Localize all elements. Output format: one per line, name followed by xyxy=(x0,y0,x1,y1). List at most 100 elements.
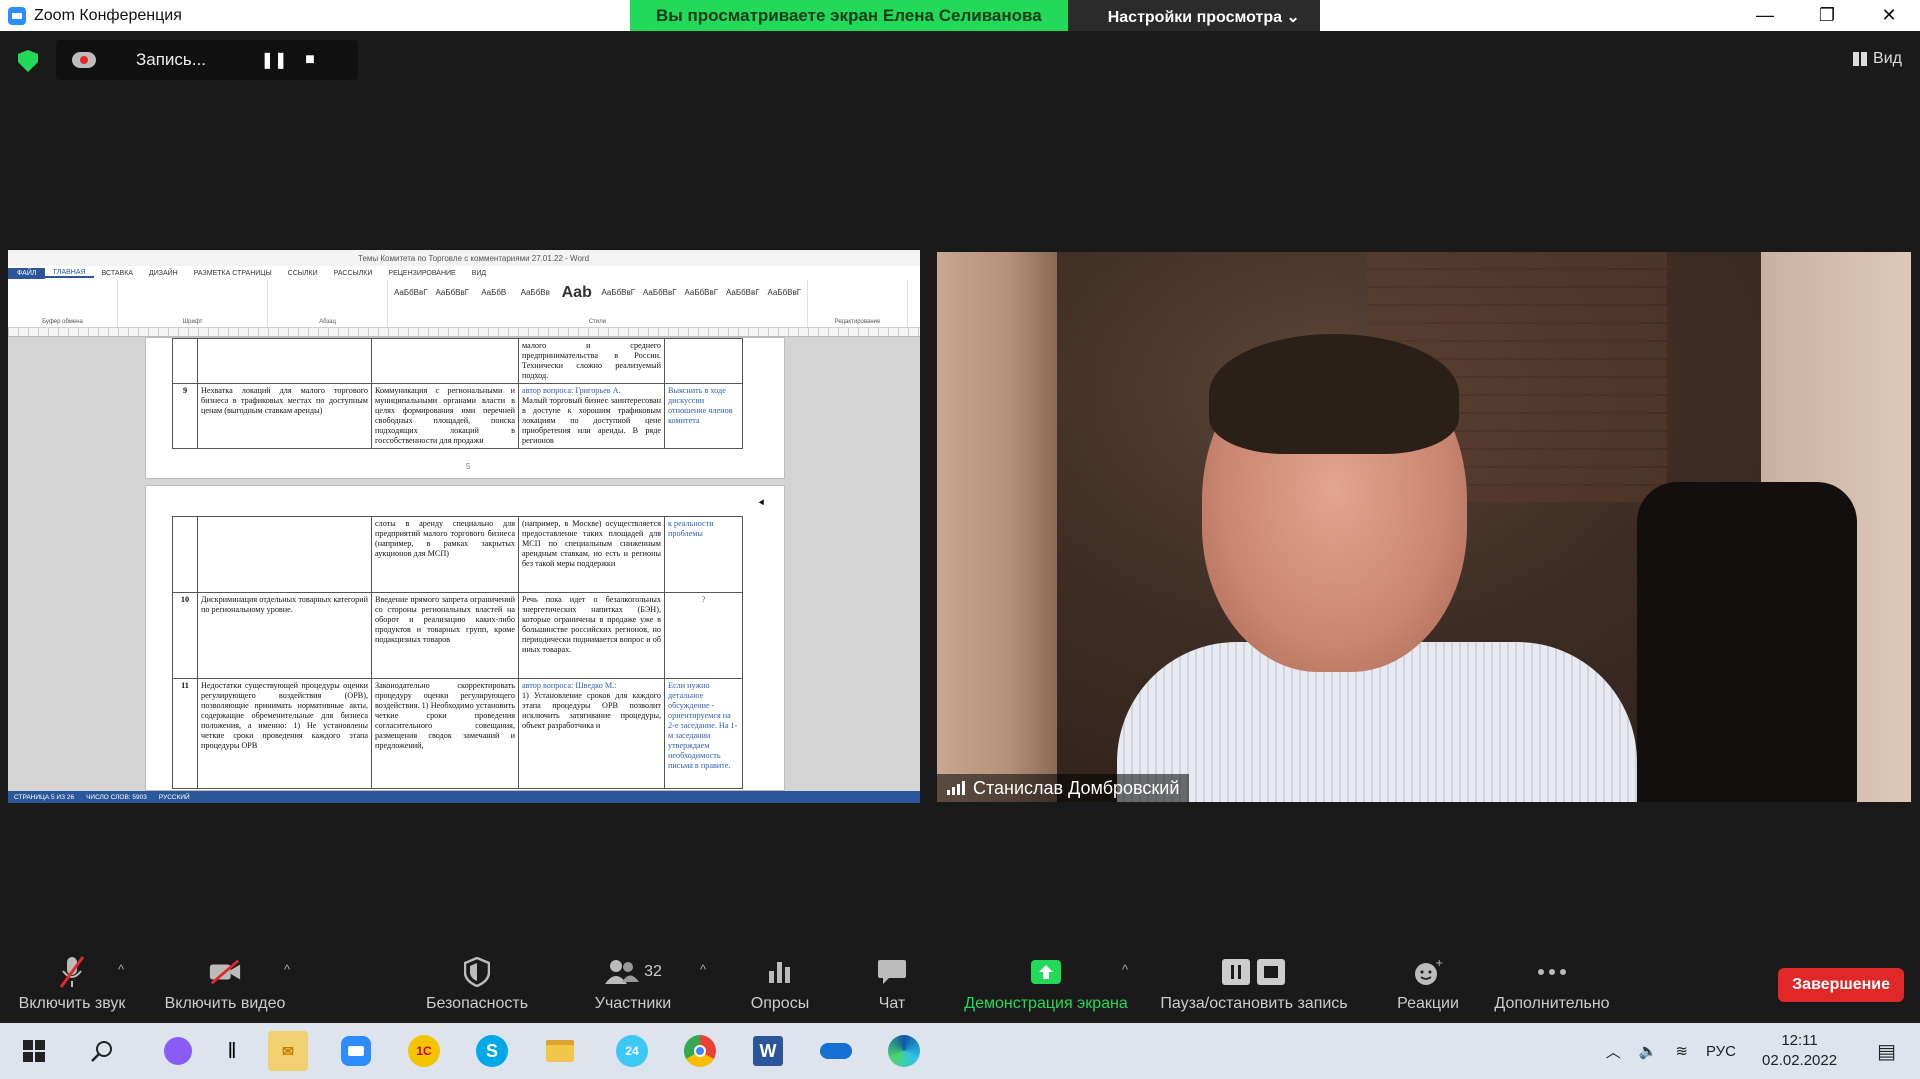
security-shield-icon xyxy=(460,955,494,989)
word-tab-home[interactable]: ГЛАВНАЯ xyxy=(45,269,94,278)
window-controls: — ❐ ✕ xyxy=(1734,0,1920,31)
style-intense[interactable]: АаБбВвГ xyxy=(724,286,762,314)
participants-button[interactable]: 32 Участники xyxy=(588,940,678,1023)
bitrix24-icon[interactable]: 24 xyxy=(612,1031,652,1071)
polls-button[interactable]: Опросы xyxy=(742,940,818,1023)
onedrive-icon[interactable] xyxy=(816,1031,856,1071)
clipboard-group: Буфер обмена xyxy=(8,280,118,327)
windows-taskbar: ‖ ✉ 1С S 24 W ︿ 🔈 ≋ РУС 12:11 02.02.2022… xyxy=(0,1023,1920,1079)
restore-button[interactable]: ❐ xyxy=(1796,0,1858,31)
minimize-button[interactable]: — xyxy=(1734,0,1796,31)
file-explorer-icon[interactable] xyxy=(540,1031,580,1071)
table-row: слоты в аренду специально для предприяти… xyxy=(172,516,743,593)
style-emphasis[interactable]: АаБбВвГ xyxy=(683,286,721,314)
volume-icon[interactable]: 🔈 xyxy=(1639,1042,1658,1060)
share-options-caret-icon[interactable]: ^ xyxy=(1122,962,1128,977)
language-indicator: РУССКИЙ xyxy=(158,793,190,801)
style-heading2[interactable]: АаБбВв xyxy=(517,286,555,314)
style-heading1[interactable]: АаБбВ xyxy=(475,286,513,314)
word-count: ЧИСЛО СЛОВ: 5903 xyxy=(86,793,147,801)
cortana-icon[interactable] xyxy=(158,1031,198,1071)
word-tab-file[interactable]: ФАЙЛ xyxy=(8,267,46,279)
participant-name: Станислав Домбровский xyxy=(973,777,1180,798)
word-tab-view[interactable]: ВИД xyxy=(464,270,494,277)
participant-video[interactable]: Станислав Домбровский xyxy=(937,252,1911,802)
zoom-taskbar-icon[interactable] xyxy=(336,1031,376,1071)
edge-icon[interactable] xyxy=(884,1031,924,1071)
muted-microphone-icon xyxy=(55,955,89,989)
keyboard-language[interactable]: РУС xyxy=(1706,1043,1736,1060)
word-ruler xyxy=(8,328,920,337)
view-settings-dropdown[interactable]: Настройки просмотра ⌄ xyxy=(1067,0,1320,31)
word-tab-insert[interactable]: ВСТАВКА xyxy=(94,270,141,277)
video-off-icon xyxy=(208,955,242,989)
word-ribbon: Буфер обмена Шрифт Абзац АаБбВвГ АаБбВвГ… xyxy=(8,280,920,328)
search-icon[interactable] xyxy=(82,1031,122,1071)
table-row: 9 Нехватка локаций для малого торгового … xyxy=(172,383,743,449)
reactions-button[interactable]: + Реакции xyxy=(1384,940,1472,1023)
pause-stop-recording-button[interactable]: Пауза/остановить запись xyxy=(1154,940,1354,1023)
chrome-icon[interactable] xyxy=(680,1031,720,1071)
security-button[interactable]: Безопасность xyxy=(420,940,534,1023)
clock-time: 12:11 xyxy=(1781,1032,1818,1049)
tray-expand-chevron-icon[interactable]: ︿ xyxy=(1606,1041,1621,1062)
style-strong[interactable]: АаБбВвГ xyxy=(766,286,804,314)
close-button[interactable]: ✕ xyxy=(1858,0,1920,31)
signal-strength-icon xyxy=(947,781,965,795)
more-button[interactable]: Дополнительно xyxy=(1488,940,1616,1023)
style-subtitle[interactable]: АаБбВвГ xyxy=(600,286,638,314)
recording-bar: Запись... ❚❚ ■ xyxy=(56,40,358,80)
encryption-shield-icon[interactable] xyxy=(18,50,38,72)
participants-count: 32 xyxy=(644,963,662,980)
table-row: 11 Недостатки существующей процедуры оце… xyxy=(172,678,743,789)
word-tab-mailings[interactable]: РАССЫЛКИ xyxy=(326,270,381,277)
share-screen-button[interactable]: Демонстрация экрана xyxy=(958,940,1134,1023)
word-ribbon-tabs: ФАЙЛ ГЛАВНАЯ ВСТАВКА ДИЗАЙН РАЗМЕТКА СТР… xyxy=(8,266,920,280)
document-page: малого и среднего предпринимательства в … xyxy=(145,337,785,479)
word-tab-review[interactable]: РЕЦЕНЗИРОВАНИЕ xyxy=(380,270,463,277)
style-no-spacing[interactable]: АаБбВвГ xyxy=(434,286,472,314)
outlook-icon[interactable]: ✉ xyxy=(268,1031,308,1071)
smiley-reaction-icon: + xyxy=(1411,955,1445,989)
wifi-icon[interactable]: ≋ xyxy=(1675,1042,1688,1060)
chat-button[interactable]: Чат xyxy=(862,940,922,1023)
document-area: малого и среднего предпринимательства в … xyxy=(8,337,920,791)
word-tab-layout[interactable]: РАЗМЕТКА СТРАНИЦЫ xyxy=(186,270,280,277)
skype-icon[interactable]: S xyxy=(472,1031,512,1071)
zoom-app-icon xyxy=(8,6,26,25)
video-options-caret-icon[interactable]: ^ xyxy=(284,962,290,977)
window-title: Zoom Конференция xyxy=(34,6,182,24)
1c-icon[interactable]: 1С xyxy=(404,1031,444,1071)
participants-icon: 32 xyxy=(598,955,668,989)
word-titlebar: Темы Комитета по Торговле с комментариям… xyxy=(8,250,920,266)
page-number: 5 xyxy=(466,462,471,471)
windows-start-icon[interactable] xyxy=(14,1031,54,1071)
issues-table: малого и среднего предпринимательства в … xyxy=(172,338,743,449)
end-meeting-button[interactable]: Завершение xyxy=(1778,968,1904,1002)
unmute-button[interactable]: Включить звук xyxy=(14,940,130,1023)
document-page: слоты в аренду специально для предприяти… xyxy=(145,485,785,791)
polls-chart-icon xyxy=(763,955,797,989)
word-document-title: Темы Комитета по Торговле с комментариям… xyxy=(358,253,590,263)
notifications-icon[interactable]: ▤ xyxy=(1877,1039,1896,1064)
word-icon[interactable]: W xyxy=(748,1031,788,1071)
style-normal[interactable]: АаБбВвГ xyxy=(392,286,430,314)
stop-recording-icon[interactable]: ■ xyxy=(292,51,328,69)
chat-bubble-icon xyxy=(875,955,909,989)
word-tab-references[interactable]: ССЫЛКИ xyxy=(280,270,326,277)
participants-options-caret-icon[interactable]: ^ xyxy=(700,962,706,977)
start-video-button[interactable]: Включить видео xyxy=(158,940,292,1023)
word-tab-design[interactable]: ДИЗАЙН xyxy=(141,270,186,277)
word-statusbar: СТРАНИЦА 5 ИЗ 26 ЧИСЛО СЛОВ: 5903 РУССКИ… xyxy=(8,791,920,803)
meeting-toolbar: Включить звук ^ Включить видео ^ Безопас… xyxy=(0,940,1920,1023)
audio-options-caret-icon[interactable]: ^ xyxy=(118,962,124,977)
task-view-icon[interactable]: ‖ xyxy=(212,1031,252,1071)
view-button[interactable]: Вид xyxy=(1853,50,1902,68)
clock[interactable]: 12:11 02.02.2022 xyxy=(1762,1031,1837,1071)
style-subtle[interactable]: АаБбВвГ xyxy=(641,286,679,314)
paragraph-group: Абзац xyxy=(268,280,388,327)
table-row: малого и среднего предпринимательства в … xyxy=(172,338,743,384)
style-title[interactable]: Aab xyxy=(558,285,596,314)
shared-screen[interactable]: Темы Комитета по Торговле с комментариям… xyxy=(8,250,920,803)
pause-recording-icon[interactable]: ❚❚ xyxy=(256,50,292,70)
